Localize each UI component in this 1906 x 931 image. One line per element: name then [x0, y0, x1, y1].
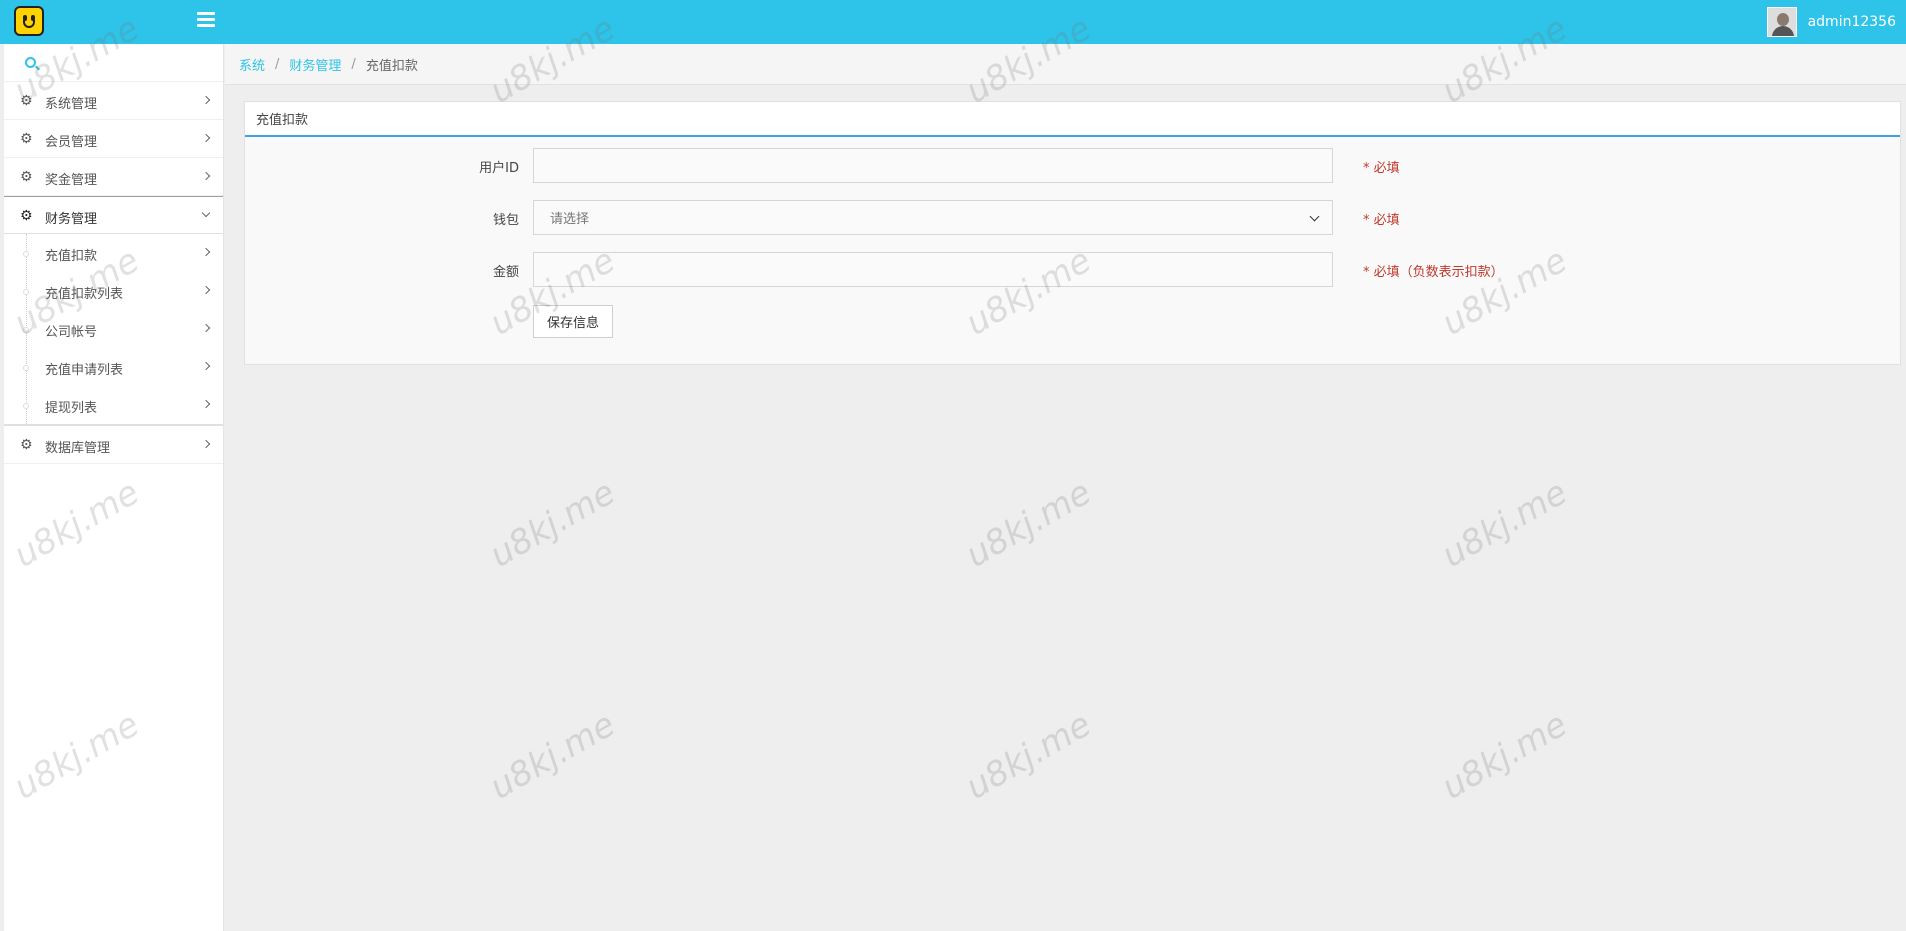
form-row-wallet: 钱包 请选择 * 必填 [245, 200, 1900, 235]
chevron-right-icon [201, 399, 211, 409]
submenu-item-label: 公司帐号 [45, 325, 98, 340]
username[interactable]: admin12356 [1808, 14, 1896, 30]
watermark: u8kj.me [483, 704, 622, 808]
top-navbar: admin12356 [0, 0, 1906, 44]
sidebar-item-finance[interactable]: ⚙ 财务管理 [4, 196, 223, 234]
submenu-item-company-account[interactable]: 公司帐号 [4, 310, 223, 348]
hamburger-menu-icon[interactable] [197, 12, 215, 30]
gear-icon: ⚙ [20, 93, 33, 109]
chevron-right-icon [201, 361, 211, 371]
sidebar-item-system[interactable]: ⚙ 系统管理 [4, 82, 223, 120]
user-id-label: 用户ID [479, 161, 519, 176]
breadcrumb-root-link[interactable]: 系统 [239, 55, 265, 74]
sidebar-item-members[interactable]: ⚙ 会员管理 [4, 120, 223, 158]
panel-title: 充值扣款 [245, 102, 1900, 137]
submenu-item-label: 充值扣款 [45, 249, 98, 264]
breadcrumb-separator: / [351, 56, 356, 72]
chevron-down-icon [1309, 211, 1320, 222]
search-icon[interactable] [25, 57, 36, 68]
submenu-item-label: 提现列表 [45, 401, 98, 416]
gear-icon: ⚙ [20, 131, 33, 147]
sidebar-item-label: 财务管理 [45, 212, 98, 227]
watermark: u8kj.me [1435, 472, 1574, 576]
form-row-user-id: 用户ID * 必填 [245, 148, 1900, 183]
submenu-item-recharge-requests[interactable]: 充值申请列表 [4, 348, 223, 386]
bullet-icon [23, 251, 29, 257]
sidebar-item-label: 系统管理 [45, 97, 98, 112]
chevron-right-icon [201, 95, 211, 105]
sidebar-item-database[interactable]: ⚙ 数据库管理 [4, 426, 223, 464]
recharge-deduct-panel: 充值扣款 用户ID * 必填 钱包 请选择 * 必填 金额 * 必填（负数表示扣… [244, 101, 1901, 365]
form-row-amount: 金额 * 必填（负数表示扣款） [245, 252, 1900, 287]
breadcrumb: 系统 / 财务管理 / 充值扣款 [225, 44, 1906, 85]
sidebar-item-label: 数据库管理 [45, 441, 111, 456]
gear-icon: ⚙ [20, 208, 33, 224]
user-id-input[interactable] [533, 148, 1333, 183]
submenu-item-withdrawals[interactable]: 提现列表 [4, 386, 223, 424]
chevron-down-icon [201, 208, 211, 218]
finance-submenu: 充值扣款 充值扣款列表 公司帐号 充值申请列表 提现列表 [4, 234, 223, 426]
wallet-select[interactable]: 请选择 [533, 200, 1333, 235]
bullet-icon [23, 289, 29, 295]
required-note: * 必填（负数表示扣款） [1363, 265, 1504, 280]
avatar[interactable] [1766, 7, 1797, 37]
bullet-icon [23, 403, 29, 409]
submenu-item-label: 充值扣款列表 [45, 287, 124, 302]
user-menu[interactable]: admin12356 [1766, 7, 1896, 37]
wallet-label: 钱包 [492, 213, 519, 228]
watermark: u8kj.me [959, 704, 1098, 808]
chevron-right-icon [201, 439, 211, 449]
sidebar-item-label: 奖金管理 [45, 173, 98, 188]
amount-input[interactable] [533, 252, 1333, 287]
bullet-icon [23, 365, 29, 371]
required-note: * 必填 [1363, 161, 1400, 176]
chevron-right-icon [201, 171, 211, 181]
watermark: u8kj.me [959, 472, 1098, 576]
submenu-item-recharge-deduct-list[interactable]: 充值扣款列表 [4, 272, 223, 310]
breadcrumb-section-link[interactable]: 财务管理 [289, 55, 341, 74]
chevron-right-icon [201, 133, 211, 143]
sidebar-search[interactable] [4, 44, 223, 82]
sidebar-item-label: 会员管理 [45, 135, 98, 150]
watermark: u8kj.me [1435, 704, 1574, 808]
save-button[interactable]: 保存信息 [533, 305, 614, 338]
bullet-icon [23, 327, 29, 333]
submenu-item-label: 充值申请列表 [45, 363, 124, 378]
breadcrumb-current: 充值扣款 [365, 58, 418, 74]
chevron-right-icon [201, 323, 211, 333]
chevron-right-icon [201, 247, 211, 257]
watermark: u8kj.me [483, 472, 622, 576]
gear-icon: ⚙ [20, 437, 33, 453]
sidebar: ⚙ 系统管理 ⚙ 会员管理 ⚙ 奖金管理 ⚙ 财务管理 充值扣款 充值扣款列表 … [4, 44, 224, 931]
submenu-item-recharge-deduct[interactable]: 充值扣款 [4, 234, 223, 272]
amount-label: 金额 [492, 265, 519, 280]
breadcrumb-separator: / [275, 56, 280, 72]
gear-icon: ⚙ [20, 169, 33, 185]
logo-icon[interactable] [14, 6, 44, 36]
required-note: * 必填 [1363, 213, 1400, 228]
wallet-select-value: 请选择 [550, 212, 590, 227]
chevron-right-icon [201, 285, 211, 295]
sidebar-item-bonus[interactable]: ⚙ 奖金管理 [4, 158, 223, 196]
